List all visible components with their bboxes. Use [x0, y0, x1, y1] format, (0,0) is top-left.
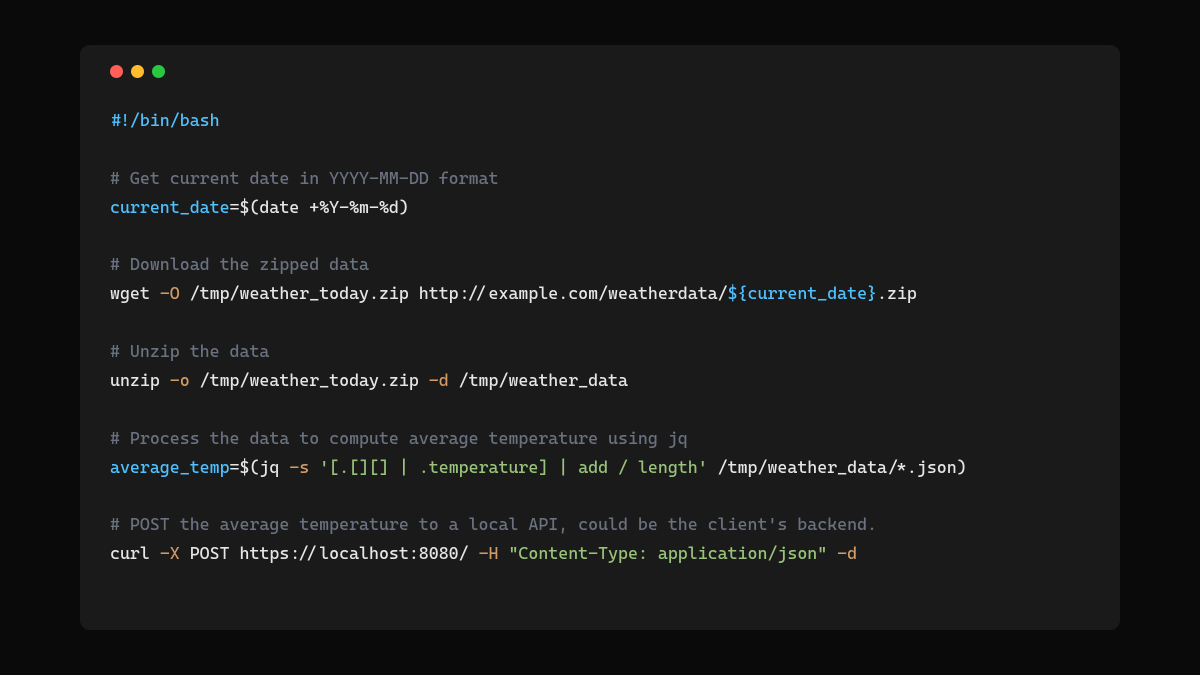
unzip-flag-o: -o [170, 370, 190, 390]
wget-output-path: /tmp/weather_today.zip http://example.co… [180, 283, 728, 303]
wget-flag-o: -O [160, 283, 180, 303]
curl-flag-d: -d [837, 543, 857, 563]
var-average-temp: average_temp [110, 457, 230, 477]
close-icon[interactable] [110, 65, 123, 78]
cmd-sub-close: ) [399, 197, 409, 217]
unzip-source: /tmp/weather_today.zip [190, 370, 429, 390]
comment-post: # POST the average temperature to a loca… [110, 514, 877, 534]
var-current-date: current_date [110, 197, 230, 217]
curl-method-url: POST https://localhost:8080/ [180, 543, 479, 563]
zip-extension: .zip [877, 283, 917, 303]
minimize-icon[interactable] [131, 65, 144, 78]
maximize-icon[interactable] [152, 65, 165, 78]
assign-op: = [230, 197, 240, 217]
cmd-sub-close-2: ) [957, 457, 967, 477]
cmd-sub-open: $( [240, 197, 260, 217]
space [309, 457, 319, 477]
comment-unzip: # Unzip the data [110, 341, 269, 361]
comment-download: # Download the zipped data [110, 254, 369, 274]
wget-command: wget [110, 283, 160, 303]
curl-header-string: "Content-Type: application/json" [508, 543, 827, 563]
comment-date: # Get current date in YYYY-MM-DD format [110, 168, 498, 188]
cmd-sub-open-2: $( [240, 457, 260, 477]
jq-flag-s: -s [289, 457, 309, 477]
comment-process: # Process the data to compute average te… [110, 428, 688, 448]
space-2 [498, 543, 508, 563]
jq-command: jq [259, 457, 289, 477]
date-command: date +%Y-%m-%d [259, 197, 398, 217]
terminal-window: #!/bin/bash # Get current date in YYYY-M… [80, 45, 1120, 630]
curl-flag-h: -H [479, 543, 499, 563]
curl-flag-x: -X [160, 543, 180, 563]
space-3 [827, 543, 837, 563]
traffic-lights [110, 65, 1090, 78]
jq-input-path: /tmp/weather_data/*.json [708, 457, 957, 477]
var-ref-current-date: ${current_date} [728, 283, 877, 303]
shebang-line: #!/bin/bash [110, 110, 220, 130]
unzip-dest: /tmp/weather_data [449, 370, 628, 390]
curl-command: curl [110, 543, 160, 563]
code-content: #!/bin/bash # Get current date in YYYY-M… [110, 106, 1090, 568]
jq-filter-string: '[.[][] | .temperature] | add / length' [319, 457, 707, 477]
unzip-flag-d: -d [429, 370, 449, 390]
assign-op-2: = [230, 457, 240, 477]
unzip-command: unzip [110, 370, 170, 390]
